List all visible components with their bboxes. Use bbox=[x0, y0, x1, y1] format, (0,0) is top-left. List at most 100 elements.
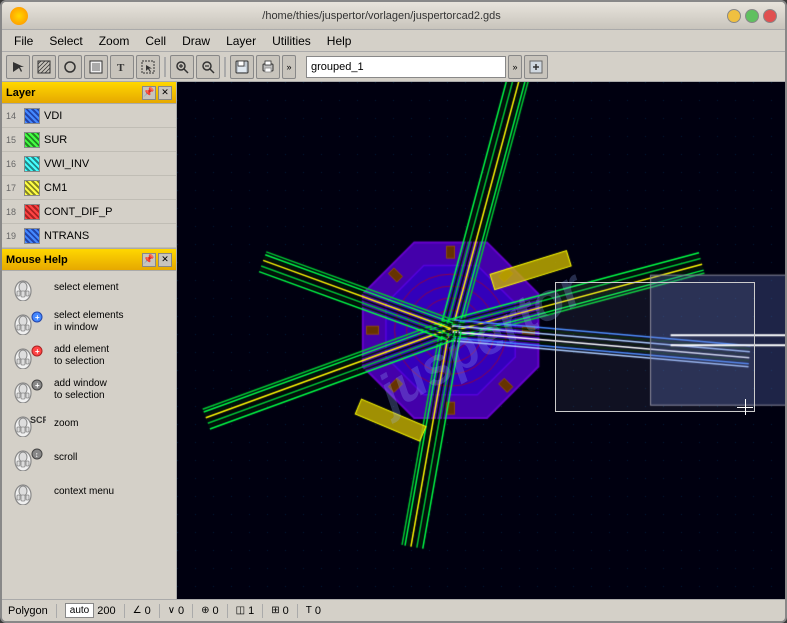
svg-text:+: + bbox=[35, 347, 40, 356]
hatch-tool-btn[interactable] bbox=[32, 55, 56, 79]
mouse-help-select-window[interactable]: + select elementsin window bbox=[2, 305, 176, 339]
layer-item-cm1[interactable]: 17 CM1 bbox=[2, 176, 176, 200]
main-content: Layer 📌 ✕ 14 VDI 15 SUR bbox=[2, 82, 785, 599]
status-scale-label: auto bbox=[65, 603, 94, 618]
text-tool-btn[interactable]: T bbox=[110, 55, 134, 79]
mouse-icon-context-menu bbox=[8, 478, 48, 506]
status-angle: ∠ 0 bbox=[133, 605, 151, 617]
layer-icon-contdifp bbox=[24, 204, 40, 220]
menu-select[interactable]: Select bbox=[41, 32, 90, 50]
status-mode: Polygon bbox=[8, 605, 48, 617]
select-tool-btn[interactable] bbox=[6, 55, 30, 79]
mouse-help-add-element[interactable]: + add elementto selection bbox=[2, 339, 176, 373]
status-font-val: 0 bbox=[315, 605, 321, 617]
window-controls bbox=[727, 9, 777, 23]
status-divider-1 bbox=[56, 604, 57, 618]
layer-name-ntrans: NTRANS bbox=[44, 230, 89, 242]
status-divider-7 bbox=[297, 604, 298, 618]
layer-panel-title: Layer bbox=[6, 87, 142, 99]
move-tool-btn[interactable] bbox=[84, 55, 108, 79]
layer-num-ntrans: 19 bbox=[6, 231, 24, 241]
mouse-icon-select-window: + bbox=[8, 308, 48, 336]
mouse-help-title: Mouse Help bbox=[6, 254, 142, 266]
layer-panel-header: Layer 📌 ✕ bbox=[2, 82, 176, 104]
toolbar: T bbox=[2, 52, 785, 82]
layer-num-sur: 15 bbox=[6, 135, 24, 145]
status-space: ⊞ 0 bbox=[271, 605, 289, 617]
layer-combo[interactable] bbox=[306, 56, 506, 78]
print-btn[interactable] bbox=[256, 55, 280, 79]
svg-text:+: + bbox=[35, 313, 40, 322]
status-layer-val: 1 bbox=[248, 605, 254, 617]
layer-name-vwiinv: VWI_INV bbox=[44, 158, 89, 170]
status-layer: ◫ 1 bbox=[236, 605, 255, 617]
layer-item-vdi[interactable]: 14 VDI bbox=[2, 104, 176, 128]
minimize-button[interactable] bbox=[727, 9, 741, 23]
canvas-area[interactable]: juspertor bbox=[177, 82, 785, 599]
mouse-help-pin-btn[interactable]: 📌 bbox=[142, 253, 156, 267]
toolbar-extra-btn[interactable] bbox=[524, 55, 548, 79]
mouse-help-close-btn[interactable]: ✕ bbox=[158, 253, 172, 267]
zoom-in-btn[interactable] bbox=[170, 55, 194, 79]
mouse-help-text-add-window: add windowto selection bbox=[54, 378, 107, 402]
menu-help[interactable]: Help bbox=[319, 32, 360, 50]
maximize-button[interactable] bbox=[745, 9, 759, 23]
status-divider-4 bbox=[192, 604, 193, 618]
mouse-help-zoom[interactable]: SCROLL zoom bbox=[2, 407, 176, 441]
layer-pin-btn[interactable]: 📌 bbox=[142, 86, 156, 100]
mouse-help-add-window[interactable]: + add windowto selection bbox=[2, 373, 176, 407]
mouse-help-context-menu[interactable]: context menu bbox=[2, 475, 176, 509]
layer-item-vwiinv[interactable]: 16 VWI_INV bbox=[2, 152, 176, 176]
svg-text:↕: ↕ bbox=[35, 452, 39, 459]
circle-tool-btn[interactable] bbox=[58, 55, 82, 79]
coord-icon: ⊕ bbox=[201, 605, 209, 616]
layer-item-contdifp[interactable]: 18 CONT_DIF_P bbox=[2, 200, 176, 224]
svg-text:T: T bbox=[117, 62, 125, 74]
mouse-help-text-scroll: scroll bbox=[54, 452, 77, 464]
title-bar: /home/thies/juspertor/vorlagen/juspertor… bbox=[2, 2, 785, 30]
menu-draw[interactable]: Draw bbox=[174, 32, 218, 50]
toolbar-separator-2 bbox=[224, 57, 226, 77]
layer-num-vdi: 14 bbox=[6, 111, 24, 121]
status-scale-value: 200 bbox=[97, 605, 115, 617]
status-divider-2 bbox=[124, 604, 125, 618]
mouse-help-select-element[interactable]: select element bbox=[2, 271, 176, 305]
window-frame: /home/thies/juspertor/vorlagen/juspertor… bbox=[0, 0, 787, 623]
mouse-help-panel: Mouse Help 📌 ✕ select element bbox=[2, 248, 176, 509]
mouse-help-text-select-window: select elementsin window bbox=[54, 310, 123, 334]
menu-cell[interactable]: Cell bbox=[137, 32, 174, 50]
save-btn[interactable] bbox=[230, 55, 254, 79]
layer-icon-cm1 bbox=[24, 180, 40, 196]
layer-item-ntrans[interactable]: 19 NTRANS bbox=[2, 224, 176, 248]
status-angle2-val: 0 bbox=[178, 605, 184, 617]
toolbar-expand-2[interactable]: » bbox=[508, 55, 522, 79]
zoom-out-btn[interactable] bbox=[196, 55, 220, 79]
mouse-help-text-select: select element bbox=[54, 282, 118, 294]
layer-close-btn[interactable]: ✕ bbox=[158, 86, 172, 100]
close-button[interactable] bbox=[763, 9, 777, 23]
status-scale: auto 200 bbox=[65, 603, 116, 618]
mouse-icon-zoom: SCROLL bbox=[8, 410, 48, 438]
status-divider-5 bbox=[227, 604, 228, 618]
angle-icon: ∠ bbox=[133, 605, 142, 616]
menu-layer[interactable]: Layer bbox=[218, 32, 264, 50]
menu-utilities[interactable]: Utilities bbox=[264, 32, 319, 50]
status-divider-6 bbox=[262, 604, 263, 618]
mouse-icon-add-element: + bbox=[8, 342, 48, 370]
mouse-help-scroll[interactable]: ↕ scroll bbox=[2, 441, 176, 475]
layer-icon-vdi bbox=[24, 108, 40, 124]
menu-file[interactable]: File bbox=[6, 32, 41, 50]
mouse-help-header: Mouse Help 📌 ✕ bbox=[2, 249, 176, 271]
menu-zoom[interactable]: Zoom bbox=[91, 32, 138, 50]
mouse-help-text-context-menu: context menu bbox=[54, 486, 114, 498]
cursor-tool-btn[interactable] bbox=[136, 55, 160, 79]
space-icon: ⊞ bbox=[271, 605, 279, 616]
crosshair bbox=[737, 399, 753, 415]
layer-name-sur: SUR bbox=[44, 134, 67, 146]
app-icon bbox=[10, 7, 28, 25]
toolbar-expand-1[interactable]: » bbox=[282, 55, 296, 79]
layer-item-sur[interactable]: 15 SUR bbox=[2, 128, 176, 152]
mouse-icon-add-window: + bbox=[8, 376, 48, 404]
left-panel: Layer 📌 ✕ 14 VDI 15 SUR bbox=[2, 82, 177, 599]
cad-canvas[interactable] bbox=[177, 82, 785, 599]
